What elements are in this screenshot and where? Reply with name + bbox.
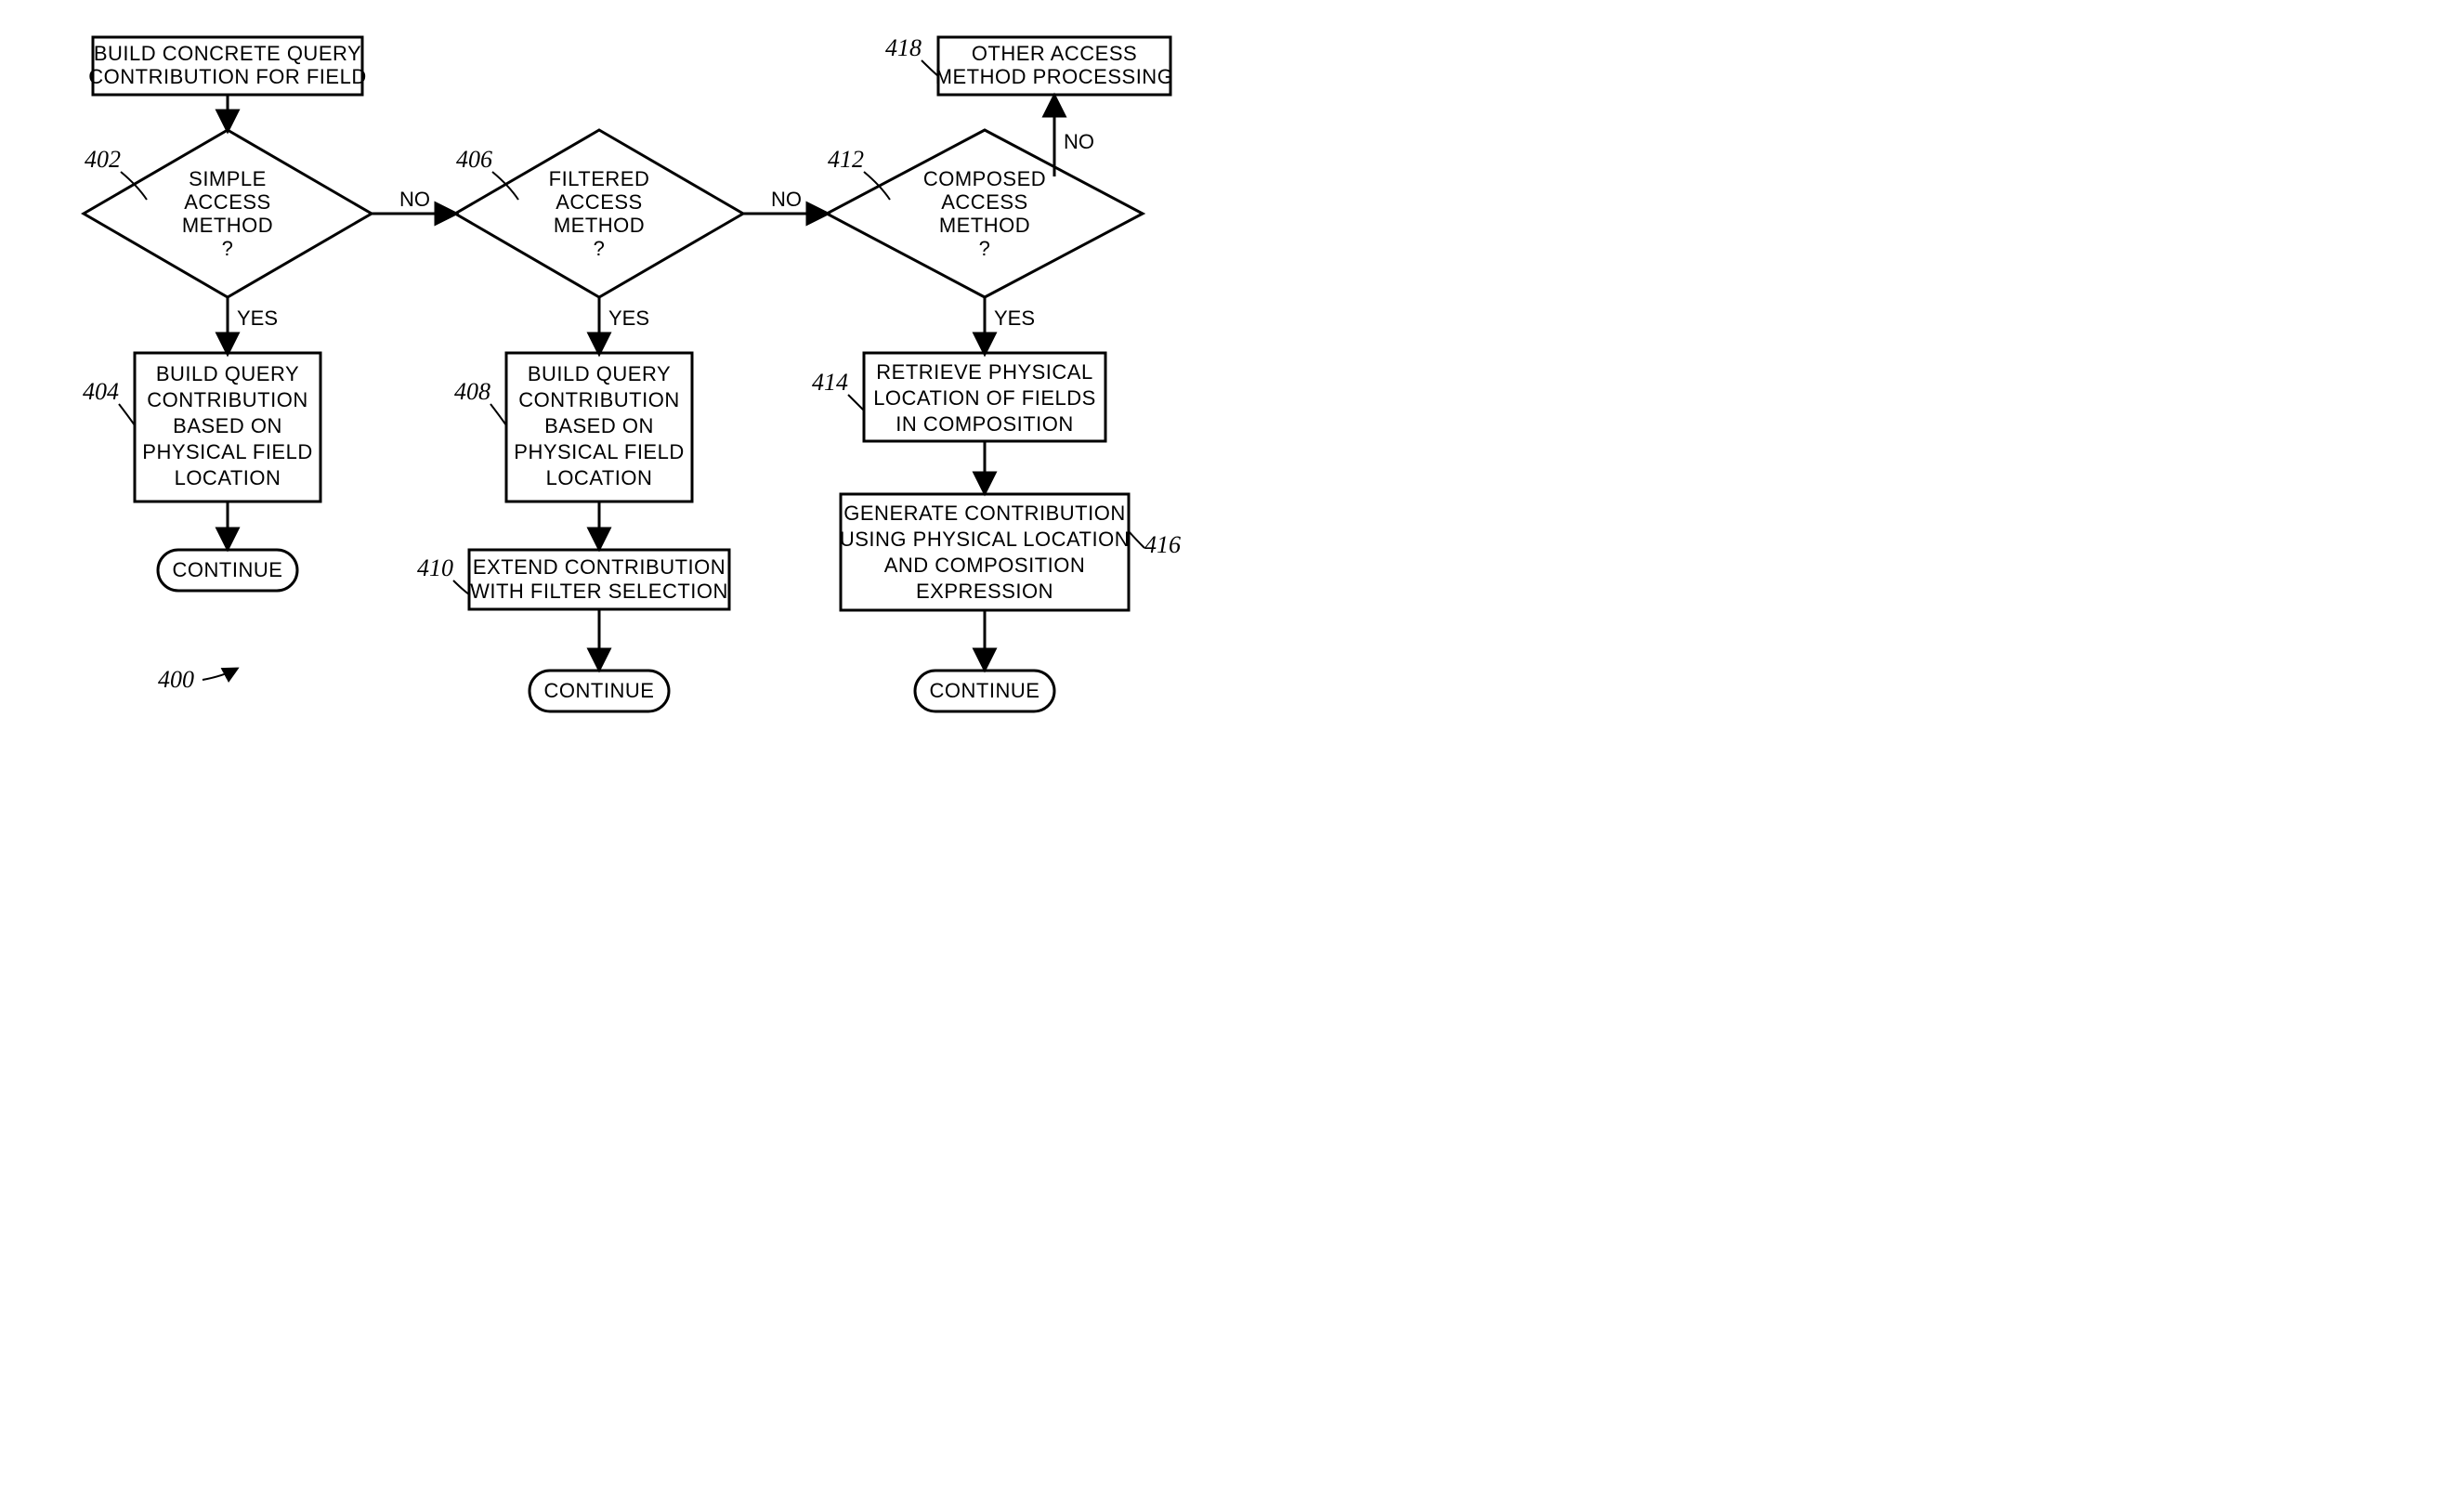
text: COMPOSED [923, 167, 1046, 190]
text: SIMPLE [189, 167, 267, 190]
node-404: BUILD QUERY CONTRIBUTION BASED ON PHYSIC… [135, 353, 320, 502]
node-410: EXTEND CONTRIBUTION WITH FILTER SELECTIO… [469, 550, 729, 609]
text: BUILD QUERY [528, 362, 671, 385]
label-406: 406 [456, 146, 492, 173]
label-412: 412 [828, 146, 864, 173]
text: IN COMPOSITION [896, 412, 1074, 436]
text: FILTERED [549, 167, 650, 190]
flowchart-diagram: BUILD CONCRETE QUERY CONTRIBUTION FOR FI… [0, 0, 1366, 836]
text: EXPRESSION [916, 580, 1053, 603]
label-tick [119, 404, 135, 425]
text: ? [222, 237, 234, 260]
label-408: 408 [454, 378, 490, 405]
text: WITH FILTER SELECTION [470, 580, 728, 603]
text: METHOD [554, 214, 645, 237]
text: METHOD PROCESSING [935, 65, 1174, 88]
text: BUILD CONCRETE QUERY [94, 42, 361, 65]
node-406-decision: FILTERED ACCESS METHOD ? [455, 130, 743, 297]
node-continue-1: CONTINUE [158, 550, 297, 591]
text: USING PHYSICAL LOCATION [840, 528, 1130, 551]
edge-label-no: NO [771, 188, 802, 211]
text: PHYSICAL FIELD [514, 440, 684, 463]
text: ACCESS [556, 190, 642, 214]
edge-label-no: NO [1064, 130, 1094, 153]
text: OTHER ACCESS [972, 42, 1137, 65]
text: RETRIEVE PHYSICAL [876, 360, 1092, 384]
node-continue-2: CONTINUE [530, 671, 669, 711]
text: CONTRIBUTION FOR FIELD [88, 65, 366, 88]
figure-label: 400 [158, 666, 194, 693]
edge-label-yes: YES [608, 306, 649, 330]
label-tick [490, 404, 506, 425]
text: CONTRIBUTION [518, 388, 679, 411]
text: ACCESS [184, 190, 270, 214]
text: EXTEND CONTRIBUTION [473, 555, 726, 579]
text: METHOD [182, 214, 273, 237]
figure-arrow [203, 669, 237, 680]
text: METHOD [939, 214, 1030, 237]
text: CONTINUE [173, 558, 283, 581]
text: BASED ON [544, 414, 654, 437]
text: PHYSICAL FIELD [142, 440, 312, 463]
text: CONTINUE [544, 679, 655, 702]
node-416: GENERATE CONTRIBUTION USING PHYSICAL LOC… [840, 494, 1130, 610]
label-414: 414 [812, 369, 848, 396]
text: LOCATION [546, 466, 653, 489]
text: LOCATION OF FIELDS [873, 386, 1096, 410]
label-402: 402 [85, 146, 121, 173]
node-414: RETRIEVE PHYSICAL LOCATION OF FIELDS IN … [864, 353, 1105, 441]
edge-label-yes: YES [994, 306, 1035, 330]
text: ? [979, 237, 991, 260]
text: ? [594, 237, 606, 260]
edge-label-yes: YES [237, 306, 278, 330]
label-404: 404 [83, 378, 119, 405]
text: GENERATE CONTRIBUTION [843, 502, 1125, 525]
text: AND COMPOSITION [884, 554, 1086, 577]
label-418: 418 [885, 34, 922, 61]
node-continue-3: CONTINUE [915, 671, 1054, 711]
text: CONTINUE [930, 679, 1040, 702]
node-418: OTHER ACCESS METHOD PROCESSING [935, 37, 1174, 95]
text: BUILD QUERY [156, 362, 299, 385]
node-412-decision: COMPOSED ACCESS METHOD ? [827, 130, 1143, 297]
edge-label-no: NO [399, 188, 430, 211]
label-410: 410 [417, 554, 453, 581]
text: CONTRIBUTION [147, 388, 307, 411]
node-402-decision: SIMPLE ACCESS METHOD ? [84, 130, 372, 297]
label-tick [453, 580, 469, 594]
label-tick [848, 395, 864, 411]
text: LOCATION [175, 466, 281, 489]
text: ACCESS [941, 190, 1027, 214]
text: BASED ON [173, 414, 282, 437]
node-408: BUILD QUERY CONTRIBUTION BASED ON PHYSIC… [506, 353, 692, 502]
label-416: 416 [1144, 531, 1181, 558]
node-start: BUILD CONCRETE QUERY CONTRIBUTION FOR FI… [88, 37, 366, 95]
label-tick [1129, 531, 1144, 548]
